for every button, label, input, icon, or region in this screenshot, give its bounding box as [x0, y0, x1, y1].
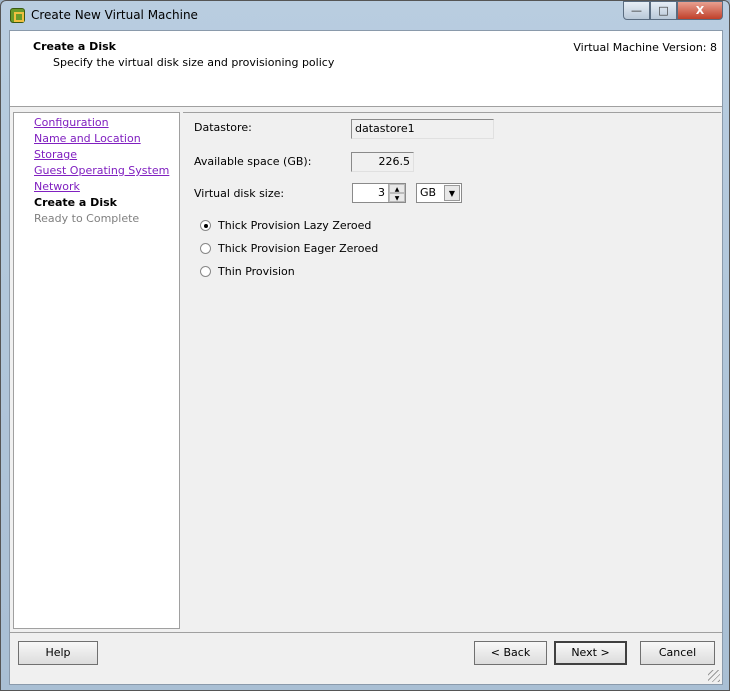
datastore-field: datastore1	[351, 119, 494, 139]
available-space-field: 226.5	[351, 152, 414, 172]
size-unit-select[interactable]: GB ▼	[416, 183, 462, 203]
maximize-button[interactable]: □	[650, 1, 677, 20]
divider	[10, 632, 722, 633]
wizard-body: Create a Disk Specify the virtual disk s…	[9, 30, 723, 685]
spin-down-icon[interactable]: ▼	[389, 193, 405, 202]
step-name-and-location[interactable]: Name and Location	[34, 132, 141, 145]
disk-size-stepper[interactable]: 3 ▲ ▼	[352, 183, 406, 203]
radio-thick-lazy[interactable]: Thick Provision Lazy Zeroed	[200, 219, 371, 232]
step-create-disk: Create a Disk	[34, 196, 117, 209]
close-button[interactable]: X	[677, 1, 723, 20]
radio-thick-eager[interactable]: Thick Provision Eager Zeroed	[200, 242, 378, 255]
next-button[interactable]: Next >	[554, 641, 627, 665]
back-button[interactable]: < Back	[474, 641, 547, 665]
vm-version: Virtual Machine Version: 8	[573, 41, 717, 54]
step-storage[interactable]: Storage	[34, 148, 77, 161]
window-title: Create New Virtual Machine	[31, 8, 198, 22]
radio-icon[interactable]	[200, 243, 211, 254]
radio-label: Thin Provision	[218, 265, 295, 278]
size-unit-value: GB	[420, 186, 437, 199]
radio-label: Thick Provision Eager Zeroed	[218, 242, 379, 255]
radio-thin[interactable]: Thin Provision	[200, 265, 295, 278]
title-bar[interactable]: Create New Virtual Machine — □ X	[1, 1, 729, 29]
minimize-button[interactable]: —	[623, 1, 650, 20]
step-guest-os[interactable]: Guest Operating System	[34, 164, 169, 177]
step-ready-to-complete: Ready to Complete	[34, 212, 140, 225]
app-icon	[10, 8, 25, 23]
cancel-button[interactable]: Cancel	[640, 641, 715, 665]
available-space-label: Available space (GB):	[194, 155, 312, 168]
resize-grip[interactable]	[708, 670, 720, 682]
page-title: Create a Disk	[33, 40, 116, 53]
disk-size-value[interactable]: 3	[378, 186, 385, 199]
spin-up-icon[interactable]: ▲	[389, 184, 405, 193]
disk-form: Datastore: datastore1 Available space (G…	[183, 112, 721, 629]
disk-size-label: Virtual disk size:	[194, 187, 285, 200]
datastore-label: Datastore:	[194, 121, 252, 134]
wizard-steps: Configuration Name and Location Storage …	[13, 112, 180, 629]
step-configuration[interactable]: Configuration	[34, 116, 109, 129]
page-subtitle: Specify the virtual disk size and provis…	[53, 56, 335, 69]
step-network[interactable]: Network	[34, 180, 80, 193]
wizard-header: Create a Disk Specify the virtual disk s…	[10, 31, 722, 107]
radio-label: Thick Provision Lazy Zeroed	[218, 219, 372, 232]
help-button[interactable]: Help	[18, 641, 98, 665]
chevron-down-icon[interactable]: ▼	[444, 185, 460, 201]
radio-selected-icon[interactable]	[200, 220, 211, 231]
window: Create New Virtual Machine — □ X Create …	[0, 0, 730, 691]
radio-icon[interactable]	[200, 266, 211, 277]
